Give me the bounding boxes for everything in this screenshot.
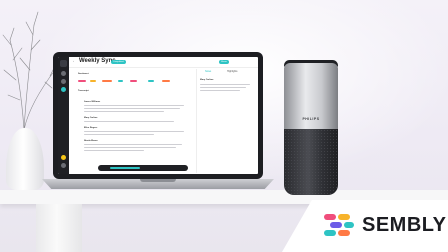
transcript-line	[84, 131, 184, 133]
table-leg-left	[36, 204, 82, 252]
notes-speaker: Mary Carlton	[200, 79, 214, 81]
sentiment-heading: Sentiment	[78, 73, 89, 75]
home-icon[interactable]	[61, 71, 66, 76]
tab-highlights[interactable]: Highlights	[227, 70, 238, 73]
transcript-line	[84, 105, 184, 107]
device-speaker-grille	[284, 129, 338, 195]
device-brand-label: PHILIPS	[302, 117, 320, 121]
notes-line	[200, 84, 250, 86]
sembly-wordmark: SEMBLY	[362, 214, 447, 236]
sembly-logo-icon	[324, 214, 354, 236]
menu-icon[interactable]	[60, 60, 67, 67]
laptop-screen: ‹ Weekly Sync Completed Share Sentiment …	[53, 52, 263, 179]
transcript-line	[84, 121, 174, 123]
sentiment-bar	[102, 80, 112, 82]
back-icon[interactable]: ‹	[73, 60, 74, 63]
transcript-heading: Transcript	[78, 90, 89, 92]
sentiment-bar	[90, 80, 96, 82]
transcript-line	[84, 147, 176, 149]
app-window: ‹ Weekly Sync Completed Share Sentiment …	[58, 57, 258, 174]
transcript-line	[84, 111, 164, 113]
speaker-name: James Williams	[84, 101, 101, 103]
transcript-line	[84, 144, 182, 146]
notes-panel: Notes Highlights Mary Carlton	[196, 69, 257, 173]
speaker-name: Mary Carlton	[84, 117, 98, 119]
notes-line	[200, 90, 240, 92]
speaker-name: Nicola Moore	[84, 140, 98, 142]
calendar-icon[interactable]	[61, 79, 66, 84]
sentiment-bar	[78, 80, 86, 82]
notes-line	[200, 87, 246, 89]
transcript-line	[84, 108, 180, 110]
notifications-icon[interactable]	[61, 155, 66, 160]
status-badge: Completed	[111, 60, 126, 64]
profile-icon[interactable]	[61, 163, 66, 168]
sentiment-bar	[130, 80, 137, 82]
share-button[interactable]: Share	[219, 60, 229, 64]
sentiment-bar	[118, 80, 123, 82]
tab-notes[interactable]: Notes	[205, 70, 211, 73]
laptop-notch	[140, 179, 176, 182]
sentiment-bar	[162, 80, 170, 82]
audio-player[interactable]	[98, 165, 188, 171]
playback-progress[interactable]	[110, 167, 140, 169]
transcript-line	[84, 150, 144, 152]
app-sidebar	[58, 57, 69, 174]
speaker-name: Ellen Rogers	[84, 127, 98, 129]
transcript-line	[84, 134, 154, 136]
sentiment-bar	[148, 80, 154, 82]
meetings-icon[interactable]	[61, 87, 66, 92]
top-bar: ‹ Weekly Sync Completed Share	[69, 57, 258, 68]
